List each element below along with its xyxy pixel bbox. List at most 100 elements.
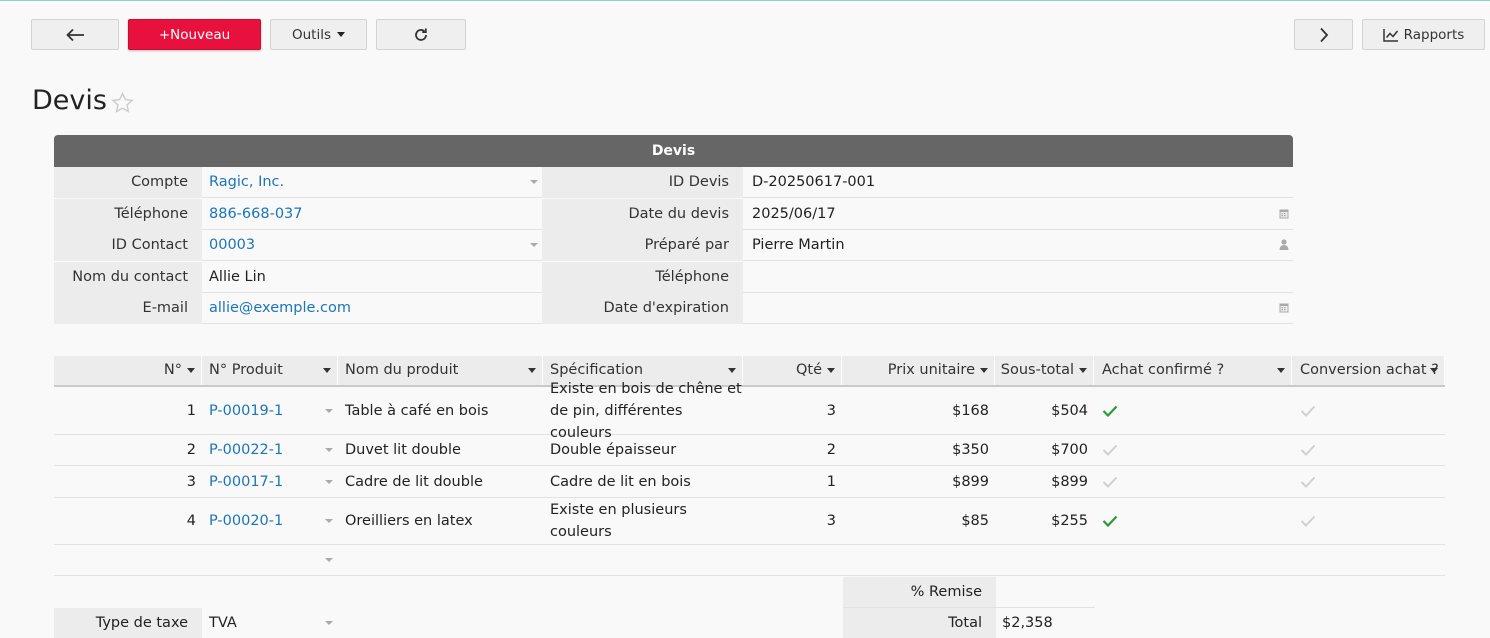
tools-button-label: Outils <box>291 26 331 43</box>
sort-caret-icon <box>1079 368 1087 373</box>
check-icon <box>1102 476 1118 488</box>
check-icon <box>1300 444 1316 456</box>
column-header-nom[interactable]: Nom du produit <box>338 356 543 385</box>
new-button[interactable]: +Nouveau <box>128 19 261 50</box>
calendar-icon[interactable] <box>1279 302 1289 313</box>
tools-button[interactable]: Outils <box>270 19 367 50</box>
dropdown-icon[interactable] <box>325 621 333 625</box>
field-prepare-par[interactable]: Pierre Martin <box>743 230 1293 261</box>
sort-caret-icon <box>980 368 988 373</box>
dropdown-icon[interactable] <box>530 180 538 184</box>
table-row[interactable]: 3 P-00017-1 Cadre de lit double Cadre de… <box>54 466 1445 498</box>
check-icon <box>1300 405 1316 417</box>
remise-label: % Remise <box>843 577 996 608</box>
cell-confirme[interactable] <box>1102 498 1118 544</box>
user-icon[interactable] <box>1279 239 1289 250</box>
column-header-qte[interactable]: Qté <box>743 356 842 385</box>
sort-caret-icon <box>1277 368 1285 373</box>
dropdown-icon[interactable] <box>325 480 333 484</box>
field-label-date-devis: Date du devis <box>542 199 743 230</box>
refresh-button[interactable] <box>376 19 466 50</box>
chevron-right-icon <box>1319 27 1328 42</box>
refresh-icon <box>415 28 427 41</box>
cell-conversion[interactable] <box>1300 498 1316 544</box>
field-label-telephone: Téléphone <box>54 199 202 230</box>
field-row-id-contact: ID Contact 00003 Préparé par Pierre Mart… <box>54 230 1293 261</box>
cell-sous-total: $700 <box>1051 442 1088 458</box>
tax-type-label: Type de taxe <box>54 608 202 638</box>
dropdown-icon[interactable] <box>325 558 333 562</box>
field-telephone-2[interactable] <box>743 262 1293 293</box>
cell-conversion[interactable] <box>1300 466 1316 497</box>
reports-button-label: Rapports <box>1403 26 1465 43</box>
field-row-compte: Compte Ragic, Inc. ID Devis D-20250617-0… <box>54 167 1293 198</box>
arrow-left-icon <box>66 28 84 41</box>
check-icon <box>1102 405 1118 417</box>
field-label-compte: Compte <box>54 167 202 198</box>
page-title: Devis <box>32 85 107 116</box>
field-email[interactable]: allie@exemple.com <box>200 293 542 324</box>
cell-confirme[interactable] <box>1102 435 1118 465</box>
table-row[interactable]: 2 P-00022-1 Duvet lit double Double épai… <box>54 435 1445 466</box>
next-record-button[interactable] <box>1294 19 1353 50</box>
field-label-id-devis: ID Devis <box>542 167 743 198</box>
field-id-devis[interactable]: D-20250617-001 <box>743 167 1293 198</box>
field-id-contact[interactable]: 00003 <box>200 230 542 261</box>
table-row[interactable]: 4 P-00020-1 Oreilliers en latex Existe e… <box>54 498 1445 545</box>
sort-caret-icon <box>827 368 835 373</box>
calendar-icon[interactable] <box>1279 208 1289 219</box>
field-date-expiration[interactable] <box>743 293 1293 324</box>
sort-caret-icon <box>728 368 736 373</box>
field-date-devis[interactable]: 2025/06/17 <box>743 199 1293 230</box>
field-row-email: E-mail allie@exemple.com Date d'expirati… <box>54 293 1293 324</box>
field-telephone[interactable]: 886-668-037 <box>200 199 542 230</box>
cell-confirme[interactable] <box>1102 466 1118 497</box>
sort-caret-icon <box>528 368 536 373</box>
cell-prix: $899 <box>952 473 989 490</box>
total-label: Total <box>843 608 996 638</box>
cell-produit[interactable]: P-00017-1 <box>202 466 338 497</box>
caret-down-icon <box>337 32 345 37</box>
table-row[interactable]: 1 P-00019-1 Table à café en bois Existe … <box>54 381 1445 441</box>
dropdown-icon[interactable] <box>325 519 333 523</box>
cell-nom: Oreilliers en latex <box>345 513 473 529</box>
back-button[interactable] <box>31 19 119 50</box>
column-header-prix[interactable]: Prix unitaire <box>842 356 995 385</box>
column-header-conversion[interactable]: Conversion achat ? <box>1292 356 1445 385</box>
field-label-nom-contact: Nom du contact <box>54 262 202 293</box>
section-header: Devis <box>54 135 1293 167</box>
field-compte[interactable]: Ragic, Inc. <box>200 167 542 198</box>
cell-produit[interactable]: P-00020-1 <box>202 498 338 544</box>
cell-specification: Existe en bois de chêne et de pin, différ… <box>550 381 742 441</box>
cell-prix: $350 <box>952 442 989 458</box>
dropdown-icon[interactable] <box>325 409 333 413</box>
items-grid-header: N° N° Produit Nom du produit Spécificati… <box>54 356 1445 387</box>
field-label-date-expiration: Date d'expiration <box>542 293 743 324</box>
cell-specification: Cadre de lit en bois <box>550 473 691 490</box>
field-label-id-contact: ID Contact <box>54 230 202 261</box>
tax-type-field[interactable]: TVA <box>202 608 338 638</box>
column-header-produit[interactable]: N° Produit <box>202 356 338 385</box>
cell-produit[interactable]: P-00022-1 <box>202 435 338 465</box>
star-icon[interactable] <box>110 91 135 115</box>
line-chart-icon <box>1382 28 1398 42</box>
column-header-sous-total[interactable]: Sous-total <box>995 356 1094 385</box>
field-nom-contact[interactable]: Allie Lin <box>200 262 542 293</box>
cell-nom: Table à café en bois <box>345 403 489 419</box>
cell-qte: 3 <box>826 513 836 529</box>
dropdown-icon[interactable] <box>325 448 333 452</box>
cell-confirme[interactable] <box>1102 388 1118 434</box>
cell-conversion[interactable] <box>1300 388 1316 434</box>
cell-prix: $85 <box>961 513 989 529</box>
cell-sous-total: $255 <box>1051 513 1088 529</box>
cell-conversion[interactable] <box>1300 435 1316 465</box>
column-header-confirme[interactable]: Achat confirmé ? <box>1094 356 1292 385</box>
field-label-email: E-mail <box>54 293 202 324</box>
dropdown-icon[interactable] <box>530 243 538 247</box>
table-row-empty[interactable] <box>54 545 1445 576</box>
cell-nom: Duvet lit double <box>345 442 461 458</box>
column-header-no[interactable]: N° <box>54 356 202 385</box>
reports-button[interactable]: Rapports <box>1362 19 1485 50</box>
cell-produit[interactable]: P-00019-1 <box>202 388 338 434</box>
remise-field[interactable] <box>996 577 1095 608</box>
